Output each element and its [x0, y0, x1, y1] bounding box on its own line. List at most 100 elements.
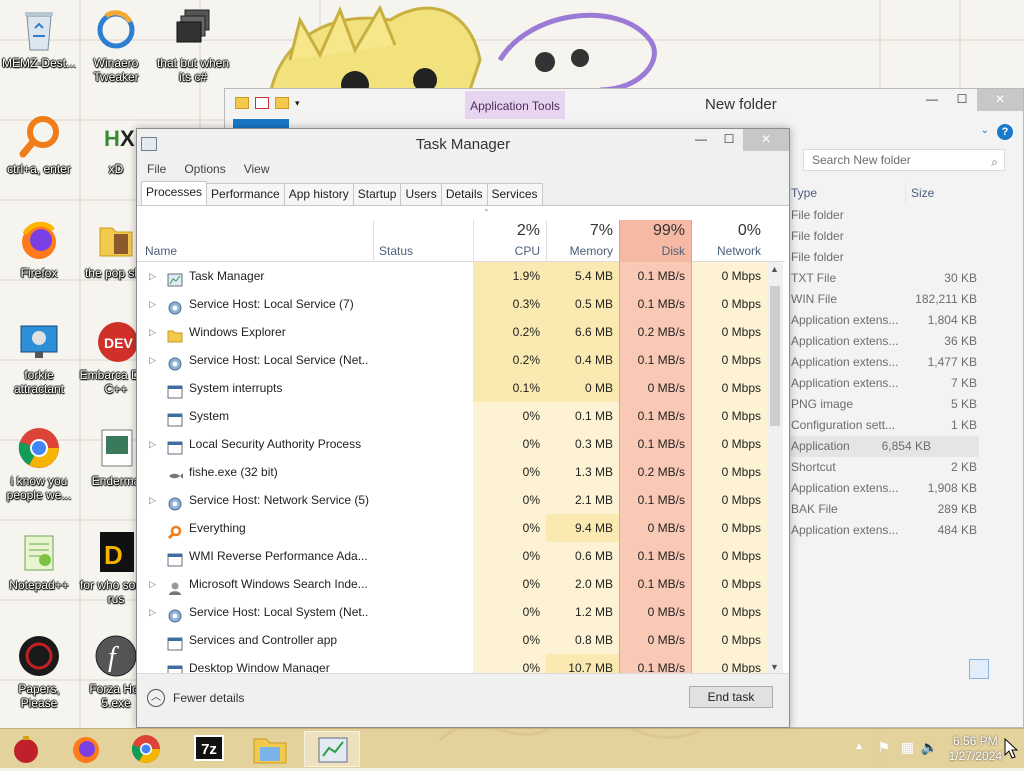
desktop-icon-that-but-when[interactable]: that but when its c#	[155, 6, 231, 84]
menu-view[interactable]: View	[244, 159, 270, 179]
desktop-icon-firefox[interactable]: Firefox	[1, 216, 77, 280]
expand-arrow-icon[interactable]: ▷	[149, 486, 156, 514]
details-view-icon[interactable]	[969, 659, 989, 679]
fewer-details-button[interactable]: ︿ Fewer details	[147, 689, 244, 707]
desktop-icon-ctrl-a[interactable]: ctrl+a, enter	[1, 112, 77, 176]
menu-options[interactable]: Options	[184, 159, 225, 179]
file-row[interactable]: File folder	[789, 226, 1024, 247]
desktop-icon-forkie[interactable]: forkie attractant	[1, 318, 77, 396]
help-icon[interactable]: ?	[997, 124, 1013, 140]
maximize-button[interactable]: ☐	[947, 89, 977, 111]
desktop-icon-notepadpp[interactable]: Notepad++	[1, 528, 77, 592]
file-row[interactable]: Application extens... 1,908 KB	[789, 478, 1024, 499]
process-row[interactable]: ▷ Microsoft Windows Search Inde... 0% 2.0 M…	[137, 570, 767, 598]
file-row[interactable]: Application extens... 36 KB	[789, 331, 1024, 352]
tab-users[interactable]: Users	[400, 183, 442, 205]
chevron-down-icon[interactable]: ▾	[295, 97, 303, 109]
file-row[interactable]: Application extens... 1,477 KB	[789, 352, 1024, 373]
process-row[interactable]: Services and Controller app 0% 0.8 MB 0 MB/…	[137, 626, 767, 654]
process-row[interactable]: WMI Reverse Performance Ada... 0% 0.6 MB 0.…	[137, 542, 767, 570]
taskbar-chrome[interactable]	[118, 731, 174, 767]
process-row[interactable]: ▷ Local Security Authority Process 0% 0.3 M…	[137, 430, 767, 458]
process-row[interactable]: System 0% 0.1 MB 0.1 MB/s 0 Mbps	[137, 402, 767, 430]
network-icon[interactable]: ▦	[901, 739, 914, 756]
taskbar-7zip[interactable]: 7z	[180, 731, 236, 767]
tab-services[interactable]: Services	[486, 183, 543, 205]
column-separator[interactable]	[905, 183, 906, 203]
clock[interactable]: 6:56 PM 1/27/2024	[949, 734, 1002, 764]
process-row[interactable]: ▷ Service Host: Local Service (7) 0.3% 0.5 …	[137, 290, 767, 318]
desktop-icon-winaero[interactable]: Winaero Tweaker	[78, 6, 154, 84]
process-row[interactable]: fishe.exe (32 bit) 0% 1.3 MB 0.2 MB/s 0 Mbps	[137, 458, 767, 486]
expand-arrow-icon[interactable]: ▷	[149, 290, 156, 318]
taskbar-task-manager[interactable]	[304, 731, 360, 767]
expand-arrow-icon[interactable]: ▷	[149, 318, 156, 346]
task-manager-titlebar[interactable]: Task Manager — ☐ ✕	[137, 129, 789, 159]
expand-arrow-icon[interactable]: ▷	[149, 430, 156, 458]
minimize-button[interactable]: —	[687, 129, 715, 151]
scroll-up-icon[interactable]: ▲	[770, 264, 779, 274]
file-row[interactable]: BAK File 289 KB	[789, 499, 1024, 520]
column-header-type[interactable]: Type	[791, 186, 817, 200]
application-tools-tab[interactable]: Application Tools	[465, 91, 565, 119]
maximize-button[interactable]: ☐	[715, 129, 743, 151]
new-folder-icon[interactable]	[275, 97, 289, 109]
tab-startup[interactable]: Startup	[352, 183, 402, 205]
column-header-network[interactable]: 0% Network	[692, 206, 767, 262]
close-button[interactable]: ✕	[743, 129, 789, 151]
task-manager-window[interactable]: Task Manager — ☐ ✕ File Options View Pro…	[136, 128, 790, 728]
expand-arrow-icon[interactable]: ▷	[149, 262, 156, 290]
desktop-icon-papers-please[interactable]: Papers, Please	[1, 632, 77, 710]
column-separator[interactable]	[373, 220, 374, 262]
explorer-titlebar[interactable]: ▾ Application Tools New folder — ☐ ✕	[225, 89, 1023, 119]
file-row[interactable]: Configuration sett... 1 KB	[789, 415, 1024, 436]
file-row[interactable]: Application extens... 484 KB	[789, 520, 1024, 541]
process-row[interactable]: ▷ Task Manager 1.9% 5.4 MB 0.1 MB/s 0 Mbps	[137, 262, 767, 290]
large-icons-view-icon[interactable]	[993, 659, 1013, 679]
column-header-memory[interactable]: 7% Memory	[546, 206, 619, 262]
process-row[interactable]: ▷ Service Host: Local System (Net... 0% 1.2…	[137, 598, 767, 626]
process-row[interactable]: ▷ Service Host: Network Service (5) 0% 2.1 …	[137, 486, 767, 514]
vertical-scrollbar[interactable]: ▲ ▼	[767, 262, 783, 674]
file-row[interactable]: WIN File 182,211 KB	[789, 289, 1024, 310]
volume-muted-icon[interactable]: 🔈	[921, 739, 938, 756]
menu-file[interactable]: File	[147, 159, 166, 179]
tab-app-history[interactable]: App history	[283, 183, 354, 205]
file-row[interactable]: Application extens... 7 KB	[789, 373, 1024, 394]
process-row[interactable]: Everything 0% 9.4 MB 0 MB/s 0 Mbps	[137, 514, 767, 542]
file-row[interactable]: File folder	[789, 247, 1024, 268]
process-row[interactable]: ▷ Windows Explorer 0.2% 6.6 MB 0.2 MB/s 0 Mbp…	[137, 318, 767, 346]
column-header-disk[interactable]: 99% Disk	[619, 220, 692, 262]
expand-arrow-icon[interactable]: ▷	[149, 346, 156, 374]
column-header-cpu[interactable]: ⌃ 2% CPU	[473, 206, 546, 262]
taskbar-start-ornament[interactable]	[0, 731, 56, 767]
chevron-down-icon[interactable]: ⌄	[981, 125, 989, 136]
process-row[interactable]: Desktop Window Manager 0% 10.7 MB 0.1 MB/s 0…	[137, 654, 767, 674]
scroll-down-icon[interactable]: ▼	[770, 662, 779, 672]
folder-icon[interactable]	[235, 97, 249, 109]
file-row[interactable]: Shortcut 2 KB	[789, 457, 1024, 478]
properties-icon[interactable]	[255, 97, 269, 109]
file-row[interactable]: Application 6,854 KB	[789, 436, 979, 457]
process-row[interactable]: ▷ Service Host: Local Service (Net... 0.2%…	[137, 346, 767, 374]
tab-performance[interactable]: Performance	[206, 183, 285, 205]
column-header-status[interactable]: Status	[379, 244, 413, 258]
taskbar-file-explorer[interactable]	[242, 731, 298, 767]
file-row[interactable]: File folder	[789, 205, 1024, 226]
column-header-name[interactable]: Name	[145, 244, 177, 258]
column-header-size[interactable]: Size	[911, 186, 934, 200]
file-row[interactable]: Application extens... 1,804 KB	[789, 310, 1024, 331]
expand-arrow-icon[interactable]: ▷	[149, 598, 156, 626]
show-hidden-icons-icon[interactable]: ▲	[854, 741, 864, 752]
end-task-button[interactable]: End task	[689, 686, 773, 708]
tab-details[interactable]: Details	[440, 183, 488, 205]
desktop-icon-chrome[interactable]: i know you people we...	[1, 424, 77, 502]
process-row[interactable]: System interrupts 0.1% 0 MB 0 MB/s 0 Mbps	[137, 374, 767, 402]
flag-icon[interactable]: ⚑	[877, 739, 890, 756]
file-row[interactable]: TXT File 30 KB	[789, 268, 1024, 289]
minimize-button[interactable]: —	[917, 89, 947, 111]
desktop-icon-memz[interactable]: MEMZ-Dest...	[1, 6, 77, 70]
expand-arrow-icon[interactable]: ▷	[149, 570, 156, 598]
taskbar-firefox[interactable]	[58, 731, 114, 767]
scrollbar-thumb[interactable]	[770, 286, 780, 426]
